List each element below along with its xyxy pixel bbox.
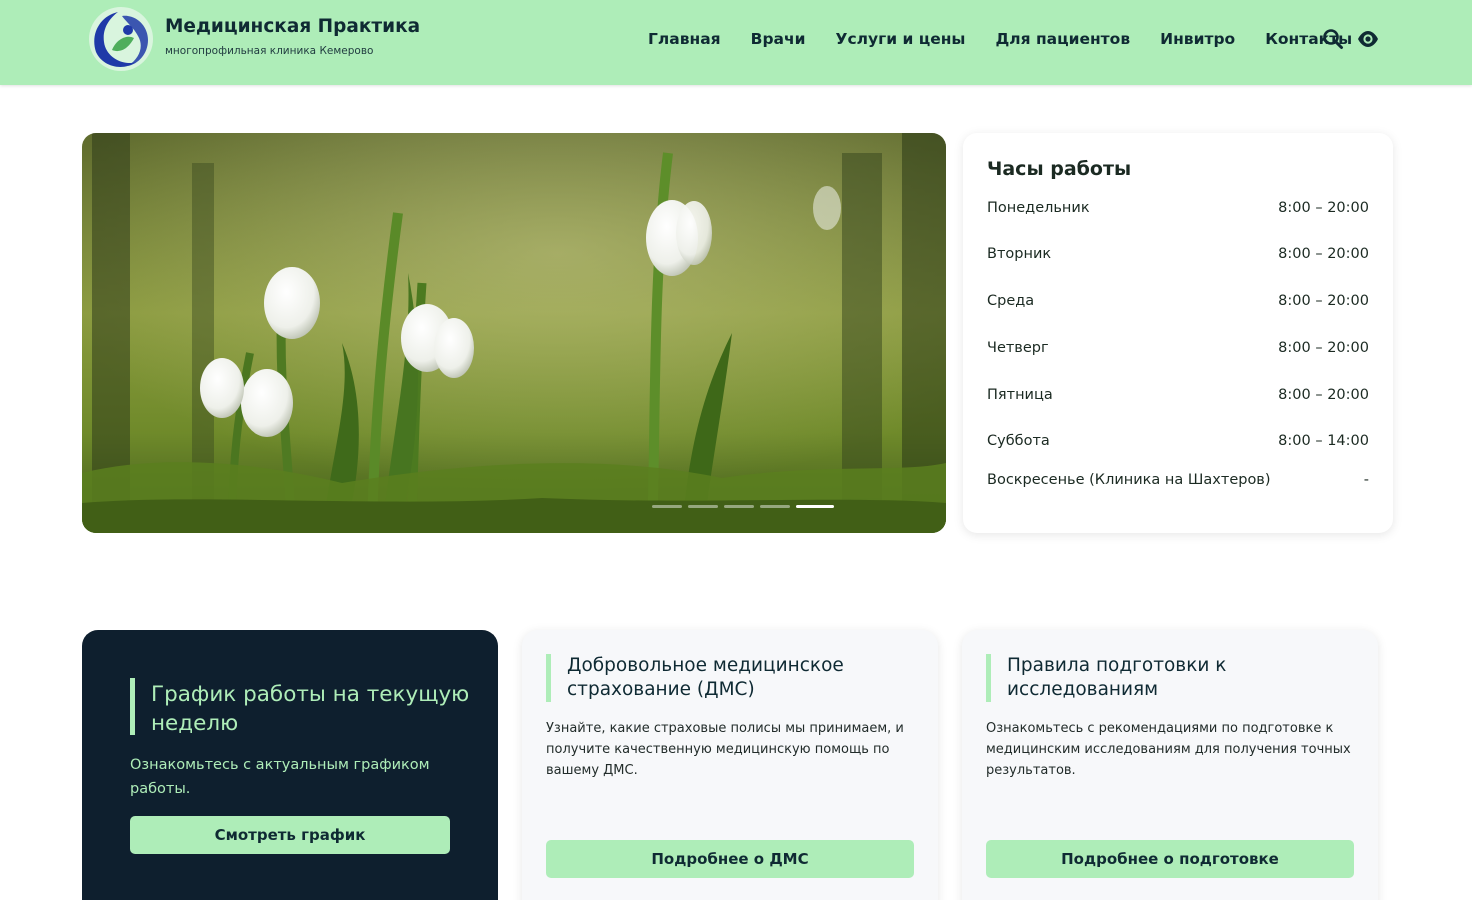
dms-title: Добровольное медицинское страхование (ДМ… [567, 655, 844, 700]
hours-row: Вторник 8:00 – 20:00 [987, 246, 1369, 262]
preparation-title: Правила подготовки к исследованиям [1007, 655, 1227, 700]
hours-row: Пятница 8:00 – 20:00 [987, 387, 1369, 403]
dms-more-button[interactable]: Подробнее о ДМС [546, 840, 914, 878]
clinic-logo[interactable] [88, 6, 154, 72]
slider-dot[interactable] [652, 505, 682, 508]
main-nav: Главная Врачи Услуги и цены Для пациенто… [648, 30, 1352, 48]
hours-time: 8:00 – 20:00 [1278, 387, 1369, 403]
hours-row: Среда 8:00 – 20:00 [987, 293, 1369, 309]
snowdrops-photo [82, 133, 946, 533]
hours-time: - [1363, 472, 1369, 488]
nav-for-patients[interactable]: Для пациентов [995, 30, 1130, 48]
hours-time: 8:00 – 14:00 [1278, 433, 1369, 449]
hours-day: Четверг [987, 340, 1049, 356]
weekly-schedule-title: График работы на текущую неделю [151, 682, 470, 736]
view-schedule-button[interactable]: Смотреть график [130, 816, 450, 854]
preparation-more-button[interactable]: Подробнее о подготовке [986, 840, 1354, 878]
dms-text: Узнайте, какие страховые полисы мы прини… [546, 721, 904, 778]
weekly-schedule-text: Ознакомьтесь с актуальным графиком работ… [130, 757, 430, 797]
slider-dots [652, 505, 834, 508]
hours-row: Четверг 8:00 – 20:00 [987, 340, 1369, 356]
hours-day: Суббота [987, 433, 1050, 449]
hours-time: 8:00 – 20:00 [1278, 200, 1369, 216]
hours-day: Вторник [987, 246, 1052, 262]
slider-dot[interactable] [796, 505, 834, 508]
accent-bar [986, 654, 991, 702]
hours-row: Суббота 8:00 – 14:00 [987, 433, 1369, 449]
nav-doctors[interactable]: Врачи [751, 30, 806, 48]
hours-day: Понедельник [987, 200, 1090, 216]
eye-icon[interactable] [1357, 28, 1379, 50]
hours-day: Воскресенье (Клиника на Шахтеров) [987, 472, 1271, 488]
preparation-text: Ознакомьтесь с рекомендациями по подгото… [986, 721, 1351, 778]
slider-dot[interactable] [724, 505, 754, 508]
site-header: Медицинская Практика многопрофильная кли… [0, 0, 1472, 85]
hours-day: Среда [987, 293, 1035, 309]
hours-row: Понедельник 8:00 – 20:00 [987, 200, 1369, 216]
slider-dot[interactable] [688, 505, 718, 508]
working-hours-card: Часы работы Понедельник 8:00 – 20:00 Вто… [963, 133, 1393, 533]
brand-subtitle: многопрофильная клиника Кемерово [165, 45, 374, 57]
hero-slider[interactable] [82, 133, 946, 533]
accent-bar [546, 654, 551, 702]
brand-title[interactable]: Медицинская Практика [165, 16, 420, 37]
hours-row: Воскресенье (Клиника на Шахтеров) - [987, 472, 1369, 488]
search-icon[interactable] [1322, 28, 1344, 50]
working-hours-title: Часы работы [987, 158, 1132, 180]
nav-invitro[interactable]: Инвитро [1160, 30, 1235, 48]
hours-day: Пятница [987, 387, 1053, 403]
slider-dot[interactable] [760, 505, 790, 508]
hours-time: 8:00 – 20:00 [1278, 340, 1369, 356]
nav-home[interactable]: Главная [648, 30, 721, 48]
nav-services-prices[interactable]: Услуги и цены [836, 30, 966, 48]
hours-time: 8:00 – 20:00 [1278, 293, 1369, 309]
hours-time: 8:00 – 20:00 [1278, 246, 1369, 262]
accent-bar [130, 678, 135, 735]
